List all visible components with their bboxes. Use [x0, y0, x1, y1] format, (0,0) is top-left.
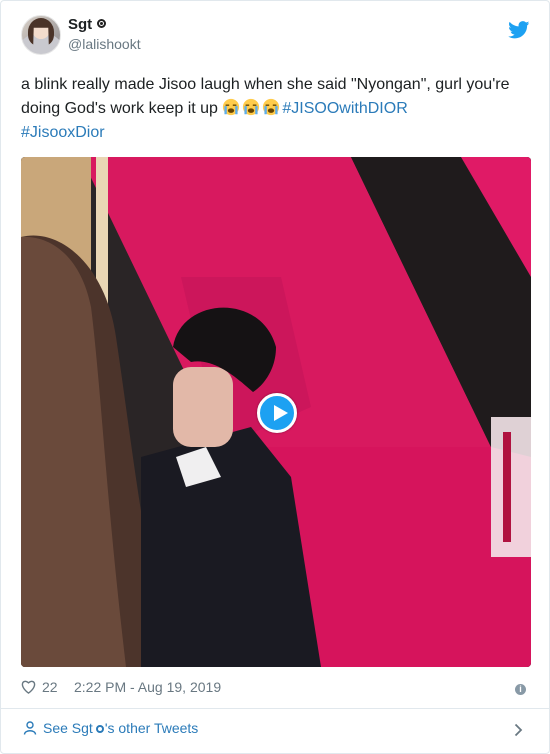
see-other-tweets-link[interactable]: See Sgt 's other Tweets — [23, 720, 198, 736]
like-count[interactable]: 22 — [42, 679, 58, 695]
person-icon — [23, 721, 37, 735]
hashtag-link[interactable]: #JISOOwithDIOR — [282, 100, 407, 117]
hashtag-link[interactable]: #JisooxDior — [21, 124, 105, 141]
loudly-crying-face-icon — [243, 98, 260, 116]
profile-badge-icon — [95, 725, 104, 733]
play-icon[interactable] — [257, 393, 297, 433]
info-icon[interactable]: i — [515, 684, 526, 695]
embedded-tweet-card: Sgt @lalishookt a blink really made Jiso… — [0, 0, 550, 754]
profile-badge-icon — [97, 19, 107, 28]
video-thumbnail[interactable] — [21, 157, 531, 667]
tweet-text: a blink really made Jisoo laugh when she… — [21, 73, 526, 145]
author-display-name[interactable]: Sgt — [68, 16, 107, 33]
tweet-timestamp[interactable]: 2:22 PM - Aug 19, 2019 — [74, 679, 221, 695]
see-more-suffix: 's other Tweets — [104, 720, 199, 736]
see-more-prefix: See Sgt — [43, 720, 93, 736]
chevron-right-icon[interactable] — [514, 723, 523, 737]
heart-icon[interactable] — [21, 680, 36, 694]
loudly-crying-face-icon — [223, 98, 240, 116]
author-handle[interactable]: @lalishookt — [68, 36, 141, 52]
avatar[interactable] — [21, 15, 61, 55]
loudly-crying-face-icon — [263, 98, 280, 116]
divider — [1, 708, 549, 709]
twitter-bird-icon[interactable] — [508, 21, 530, 39]
